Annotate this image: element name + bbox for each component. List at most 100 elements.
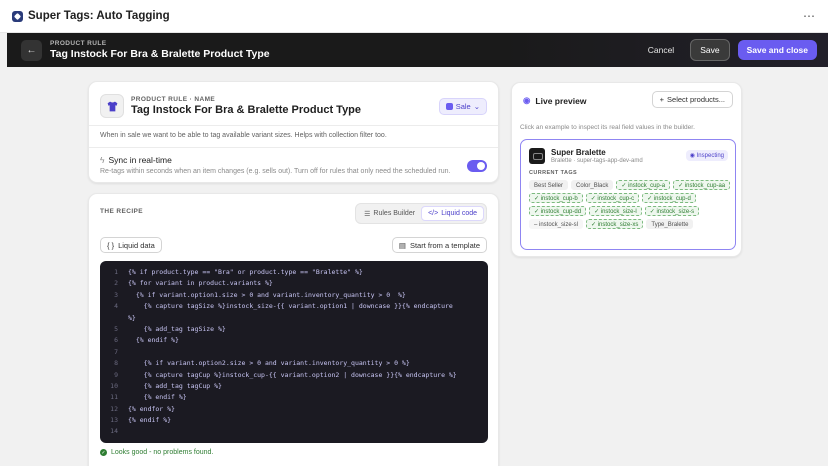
recipe-mode-tabs: ☰ Rules Builder </> Liquid code xyxy=(355,203,487,224)
line-number: 11 xyxy=(110,393,118,402)
line-number: 1 xyxy=(114,268,118,276)
line-number: 14 xyxy=(110,427,118,436)
header-actions: Cancel Save Save and close xyxy=(640,39,817,61)
live-preview-label: Live preview xyxy=(535,95,587,106)
rule-name-input[interactable]: Tag Instock For Bra & Bralette Product T… xyxy=(131,104,361,116)
inspecting-badge: ◉ Inspecting xyxy=(685,150,728,161)
line-number: 10 xyxy=(110,381,118,390)
code-text: %} xyxy=(128,313,136,322)
tag-chip-added: ✓ instock_size-s xyxy=(644,206,700,216)
code-line: 3 {% if variant.option1.size > 0 and var… xyxy=(100,290,488,301)
product-thumbnail xyxy=(529,148,545,164)
line-number: 2 xyxy=(114,279,118,288)
line-number: 8 xyxy=(114,359,118,368)
save-and-close-button[interactable]: Save and close xyxy=(737,40,817,60)
code-line: %} xyxy=(100,313,488,324)
code-icon: </> xyxy=(428,210,439,217)
select-products-label: Select products... xyxy=(667,95,725,104)
tag-chip-unchanged: – instock_size-sl xyxy=(529,219,584,229)
code-line: 13 {% endif %} xyxy=(100,415,488,426)
code-line: 5 {% add_tag tagSize %} xyxy=(100,324,488,335)
code-text: {% add_tag tagSize %} xyxy=(128,324,226,333)
more-menu-icon[interactable]: ⋯ xyxy=(803,9,816,23)
code-text: {% endfor %} xyxy=(128,404,175,413)
header-eyebrow: PRODUCT RULE xyxy=(50,40,107,47)
preview-product-card[interactable]: Super Bralette Bralette · super-tags-app… xyxy=(520,139,736,250)
liquid-data-label: Liquid data xyxy=(118,240,155,250)
code-text: {% capture tagSize %}instock_size-{{ var… xyxy=(128,302,453,311)
live-preview-title: ◉ Live preview xyxy=(523,95,586,106)
sync-description: Re-tags within seconds when an item chan… xyxy=(100,168,451,175)
rule-name-text: PRODUCT RULE · NAME Tag Instock For Bra … xyxy=(131,96,361,116)
code-text: {% endif %} xyxy=(128,336,179,345)
tab-label: Rules Builder xyxy=(373,210,416,217)
select-products-button[interactable]: + Select products... xyxy=(651,91,733,108)
check-circle-icon: ✓ xyxy=(100,449,107,456)
code-line: 12 {% endfor %} xyxy=(100,404,488,415)
trigger-label: Sale xyxy=(455,101,471,111)
tab-liquid-code[interactable]: </> Liquid code xyxy=(421,206,484,221)
preview-hint: Click an example to inspect its real fie… xyxy=(520,124,695,131)
line-number: 7 xyxy=(114,347,118,356)
recipe-card: THE RECIPE ☰ Rules Builder </> Liquid co… xyxy=(88,193,499,466)
code-text: {% if product.type == "Bra" or product.t… xyxy=(128,268,363,276)
divider xyxy=(89,147,498,148)
live-preview-card: ◉ Live preview + Select products... Clic… xyxy=(511,82,742,257)
app-bar: Super Tags: Auto Tagging ⋯ xyxy=(0,0,828,33)
tag-chip: Type_Bralette xyxy=(646,219,694,229)
eye-icon: ◉ xyxy=(523,95,531,105)
code-line: 2 {% for variant in product.variants %} xyxy=(100,278,488,289)
sync-toggle[interactable] xyxy=(467,160,487,172)
line-number: 6 xyxy=(114,336,118,345)
tag-chip: Color_Black xyxy=(571,180,614,190)
code-line: 11 {% endif %} xyxy=(100,392,488,403)
liquid-code-editor[interactable]: 1 {% if product.type == "Bra" or product.… xyxy=(100,261,488,443)
code-line: 7 xyxy=(100,347,488,358)
sync-title: ϟ Sync in real-time xyxy=(100,155,172,165)
trigger-select[interactable]: Sale ⌄ xyxy=(438,97,487,115)
code-text: {% for variant in product.variants %} xyxy=(128,279,273,288)
rule-name-eyebrow: PRODUCT RULE · NAME xyxy=(131,96,216,103)
recipe-label: THE RECIPE xyxy=(100,208,144,215)
tag-chip-added: ✓ instock_size-xs xyxy=(586,219,644,229)
tag-chip-added: ✓ instock_cup-aa xyxy=(673,180,731,190)
tag-chip-added: ✓ instock_cup-dd xyxy=(529,206,587,216)
cancel-button[interactable]: Cancel xyxy=(640,40,682,60)
app-logo-icon xyxy=(12,10,23,22)
tab-label: Liquid code xyxy=(441,210,477,217)
eye-icon: ◉ xyxy=(689,153,695,159)
plus-icon: + xyxy=(659,95,665,104)
back-arrow-icon[interactable]: ← xyxy=(21,39,42,61)
file-icon: ▤ xyxy=(398,240,406,250)
code-text: {% endif %} xyxy=(128,393,187,402)
save-button[interactable]: Save xyxy=(690,39,730,61)
tab-rules-builder[interactable]: ☰ Rules Builder xyxy=(358,206,421,221)
header-title-group: PRODUCT RULE Tag Instock For Bra & Brale… xyxy=(50,40,270,60)
line-number: 13 xyxy=(110,416,118,425)
start-from-template-button[interactable]: ▤ Start from a template xyxy=(391,237,487,253)
tag-chip: Best Seller xyxy=(529,180,569,190)
current-tags-list: Best Seller Color_Black ✓ instock_cup-a … xyxy=(529,180,731,229)
code-line: 9 {% capture tagCup %}instock_cup-{{ var… xyxy=(100,370,488,381)
sync-title-label: Sync in real-time xyxy=(108,155,172,165)
app-title: Super Tags: Auto Tagging xyxy=(28,10,170,22)
validation-status: ✓ Looks good - no problems found. xyxy=(100,449,213,456)
line-number: 3 xyxy=(114,290,118,299)
rule-description[interactable]: When in sale we want to be able to tag a… xyxy=(100,132,387,139)
tag-chip-added: ✓ instock_cup-a xyxy=(616,180,671,190)
code-text: {% capture tagCup %}instock_cup-{{ varia… xyxy=(128,370,457,379)
inspecting-label: Inspecting xyxy=(696,153,724,159)
page-header: ← PRODUCT RULE Tag Instock For Bra & Bra… xyxy=(7,33,828,67)
tag-chip-added: ✓ instock_cup-c xyxy=(585,193,640,203)
code-line: 1 {% if product.type == "Bra" or product.… xyxy=(100,267,488,278)
line-number: 5 xyxy=(114,324,118,333)
validation-status-text: Looks good - no problems found. xyxy=(111,449,214,456)
code-text: {% if variant.option2.size > 0 and varia… xyxy=(128,359,410,368)
braces-icon: { } xyxy=(107,240,115,250)
rule-name-card: PRODUCT RULE · NAME Tag Instock For Bra … xyxy=(88,81,499,183)
tag-icon xyxy=(445,102,453,110)
liquid-data-button[interactable]: { } Liquid data xyxy=(100,237,162,253)
code-line: 4 {% capture tagSize %}instock_size-{{ v… xyxy=(100,301,488,312)
code-line: 10 {% add_tag tagCup %} xyxy=(100,381,488,392)
code-text: {% if variant.option1.size > 0 and varia… xyxy=(128,290,406,299)
